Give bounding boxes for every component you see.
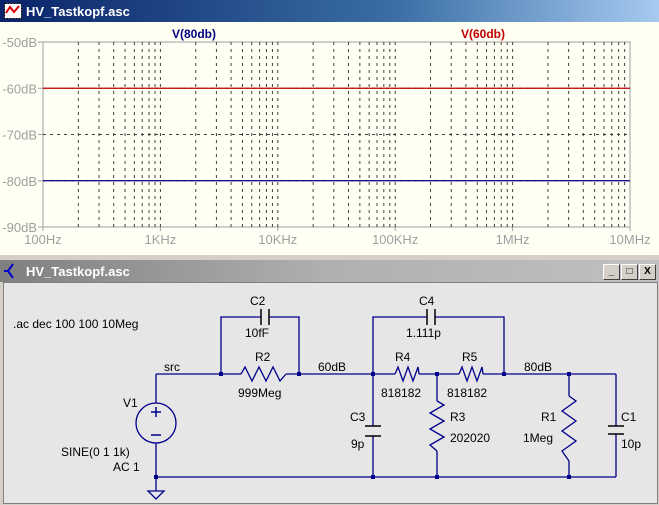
y-tick-label: -70dB: [2, 128, 37, 143]
legend-label[interactable]: V(80db): [172, 27, 216, 41]
plot-title-bar[interactable]: HV_Tastkopf.asc: [0, 0, 659, 22]
schematic-canvas[interactable]: .ac dec 100 100 10Meg src 60dB 80dB V1 S…: [3, 282, 658, 504]
x-tick-label: 100KHz: [372, 232, 418, 247]
waveform-icon: [4, 3, 22, 19]
c4-value[interactable]: 1.111p: [406, 326, 441, 340]
r3-value[interactable]: 202020: [450, 431, 490, 445]
waveform-plot[interactable]: -50dB-60dB-70dB-80dB-90dB100Hz 1KHz 10KHz 1…: [0, 22, 659, 255]
v1-ac[interactable]: AC 1: [113, 460, 140, 474]
r2-name[interactable]: R2: [255, 350, 271, 364]
maximize-button[interactable]: □: [621, 264, 638, 280]
c2-value[interactable]: 10fF: [245, 326, 269, 340]
plot-window: HV_Tastkopf.asc -50dB -60dB -70dB -80dB -90d…: [0, 0, 659, 255]
close-button[interactable]: X: [639, 264, 656, 280]
y-tick-label: -80dB: [2, 174, 37, 189]
net-label-80db: 80dB: [524, 360, 552, 374]
x-tick-label: 10KHz: [258, 232, 297, 247]
r2-value[interactable]: 999Meg: [238, 386, 281, 400]
r3-name[interactable]: R3: [450, 410, 466, 424]
c1-value[interactable]: 10p: [621, 437, 641, 451]
ltspice-icon: [4, 263, 14, 279]
schematic-window: HV_Tastkopf.asc _ □ X .ac dec 100 100 10…: [0, 260, 659, 505]
ac-directive[interactable]: .ac dec 100 100 10Meg: [13, 317, 138, 331]
schematic-title: HV_Tastkopf.asc: [26, 263, 130, 279]
v1-value[interactable]: SINE(0 1 1k): [61, 445, 130, 459]
x-tick-label: 100Hz: [24, 232, 62, 247]
plot-title: HV_Tastkopf.asc: [26, 3, 130, 19]
r4-value[interactable]: 818182: [381, 386, 421, 400]
legend-label[interactable]: V(60db): [461, 27, 505, 41]
c3-value[interactable]: 9p: [351, 437, 365, 451]
c4-name[interactable]: C4: [419, 294, 435, 308]
y-tick-label: -60dB: [2, 81, 37, 96]
x-tick-label: 10MHz: [609, 232, 650, 247]
schematic-title-bar[interactable]: HV_Tastkopf.asc _ □ X: [0, 260, 659, 282]
net-label-src: src: [164, 360, 180, 374]
net-label-60db: 60dB: [318, 360, 346, 374]
minimize-button[interactable]: _: [603, 264, 620, 280]
c2-name[interactable]: C2: [250, 294, 266, 308]
r5-name[interactable]: R5: [462, 350, 478, 364]
x-tick-label: 1MHz: [496, 232, 530, 247]
r1-name[interactable]: R1: [541, 410, 557, 424]
r5-value[interactable]: 818182: [447, 386, 487, 400]
v1-name[interactable]: V1: [123, 396, 138, 410]
c3-name[interactable]: C3: [350, 410, 366, 424]
r4-name[interactable]: R4: [395, 350, 411, 364]
y-tick-label: -50dB: [2, 35, 37, 50]
r1-value[interactable]: 1Meg: [523, 431, 553, 445]
x-tick-label: 1KHz: [145, 232, 177, 247]
c1-name[interactable]: C1: [621, 410, 637, 424]
